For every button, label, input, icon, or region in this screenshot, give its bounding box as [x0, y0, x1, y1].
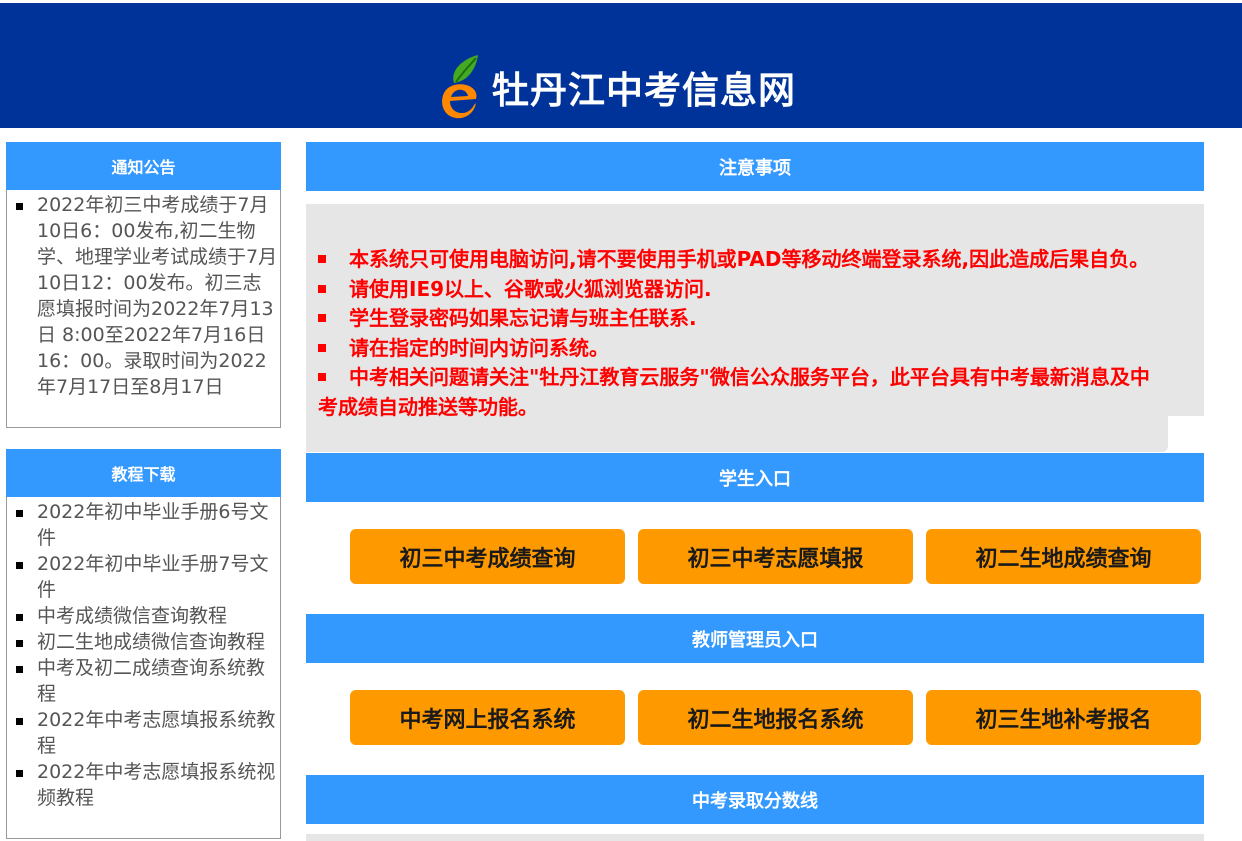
notice-item: 2022年初三中考成绩于7月10日6：00发布,初二生物学、地理学业考试成绩于7… [16, 192, 280, 400]
site-logo[interactable]: 牡丹江中考信息网 [440, 51, 796, 123]
notice-panel: 通知公告 2022年初三中考成绩于7月10日6：00发布,初二生物学、地理学业考… [6, 142, 281, 428]
tutorial-panel-body: 2022年初中毕业手册6号文件 2022年初中毕业手册7号文件 中考成绩微信查询… [6, 497, 281, 839]
exam-wish-fill-button[interactable]: 初三中考志愿填报 [638, 529, 913, 584]
note-item: 中考相关问题请关注"牡丹江教育云服务"微信公众服务平台，此平台具有中考最新消息及… [318, 363, 1168, 422]
tutorial-list: 2022年初中毕业手册6号文件 2022年初中毕业手册7号文件 中考成绩微信查询… [7, 497, 280, 813]
e-leaf-logo-icon [442, 55, 478, 119]
teacher-section-title: 教师管理员入口 [306, 614, 1204, 663]
site-header: 牡丹江中考信息网 [0, 3, 1242, 128]
tutorial-link[interactable]: 中考成绩微信查询教程 [16, 603, 280, 629]
note-item: 本系统只可使用电脑访问,请不要使用手机或PAD等移动终端登录系统,因此造成后果自… [318, 245, 1168, 275]
student-section-title: 学生入口 [306, 453, 1204, 502]
note-item: 学生登录密码如果忘记请与班主任联系. [318, 304, 1168, 334]
note-item: 请在指定的时间内访问系统。 [318, 334, 1168, 364]
notes-section-title: 注意事项 [306, 142, 1204, 191]
bio-geo-score-query-button[interactable]: 初二生地成绩查询 [926, 529, 1201, 584]
tutorial-panel-title: 教程下载 [6, 449, 281, 497]
tutorial-link[interactable]: 中考及初二成绩查询系统教程 [16, 655, 280, 707]
site-title: 牡丹江中考信息网 [492, 69, 796, 112]
tutorial-link[interactable]: 初二生地成绩微信查询教程 [16, 629, 280, 655]
tutorial-link[interactable]: 2022年初中毕业手册7号文件 [16, 551, 280, 603]
bio-geo-registration-button[interactable]: 初二生地报名系统 [638, 690, 913, 745]
tutorial-link[interactable]: 2022年初中毕业手册6号文件 [16, 499, 280, 551]
admission-scores-section-title: 中考录取分数线 [306, 775, 1204, 824]
online-registration-button[interactable]: 中考网上报名系统 [350, 690, 625, 745]
teacher-buttons: 中考网上报名系统 初二生地报名系统 初三生地补考报名 [350, 690, 1201, 745]
tutorial-panel: 教程下载 2022年初中毕业手册6号文件 2022年初中毕业手册7号文件 中考成… [6, 449, 281, 839]
admission-scores-box [306, 834, 1204, 841]
notice-list: 2022年初三中考成绩于7月10日6：00发布,初二生物学、地理学业考试成绩于7… [7, 190, 280, 402]
student-buttons: 初三中考成绩查询 初三中考志愿填报 初二生地成绩查询 [350, 529, 1201, 584]
notice-panel-body: 2022年初三中考成绩于7月10日6：00发布,初二生物学、地理学业考试成绩于7… [6, 190, 281, 428]
notes-list: 本系统只可使用电脑访问,请不要使用手机或PAD等移动终端登录系统,因此造成后果自… [318, 245, 1168, 422]
exam-score-query-button[interactable]: 初三中考成绩查询 [350, 529, 625, 584]
bio-geo-makeup-registration-button[interactable]: 初三生地补考报名 [926, 690, 1201, 745]
notice-panel-title: 通知公告 [6, 142, 281, 190]
tutorial-link[interactable]: 2022年中考志愿填报系统教程 [16, 707, 280, 759]
tutorial-link[interactable]: 2022年中考志愿填报系统视频教程 [16, 759, 280, 811]
note-item: 请使用IE9以上、谷歌或火狐浏览器访问. [318, 275, 1168, 305]
